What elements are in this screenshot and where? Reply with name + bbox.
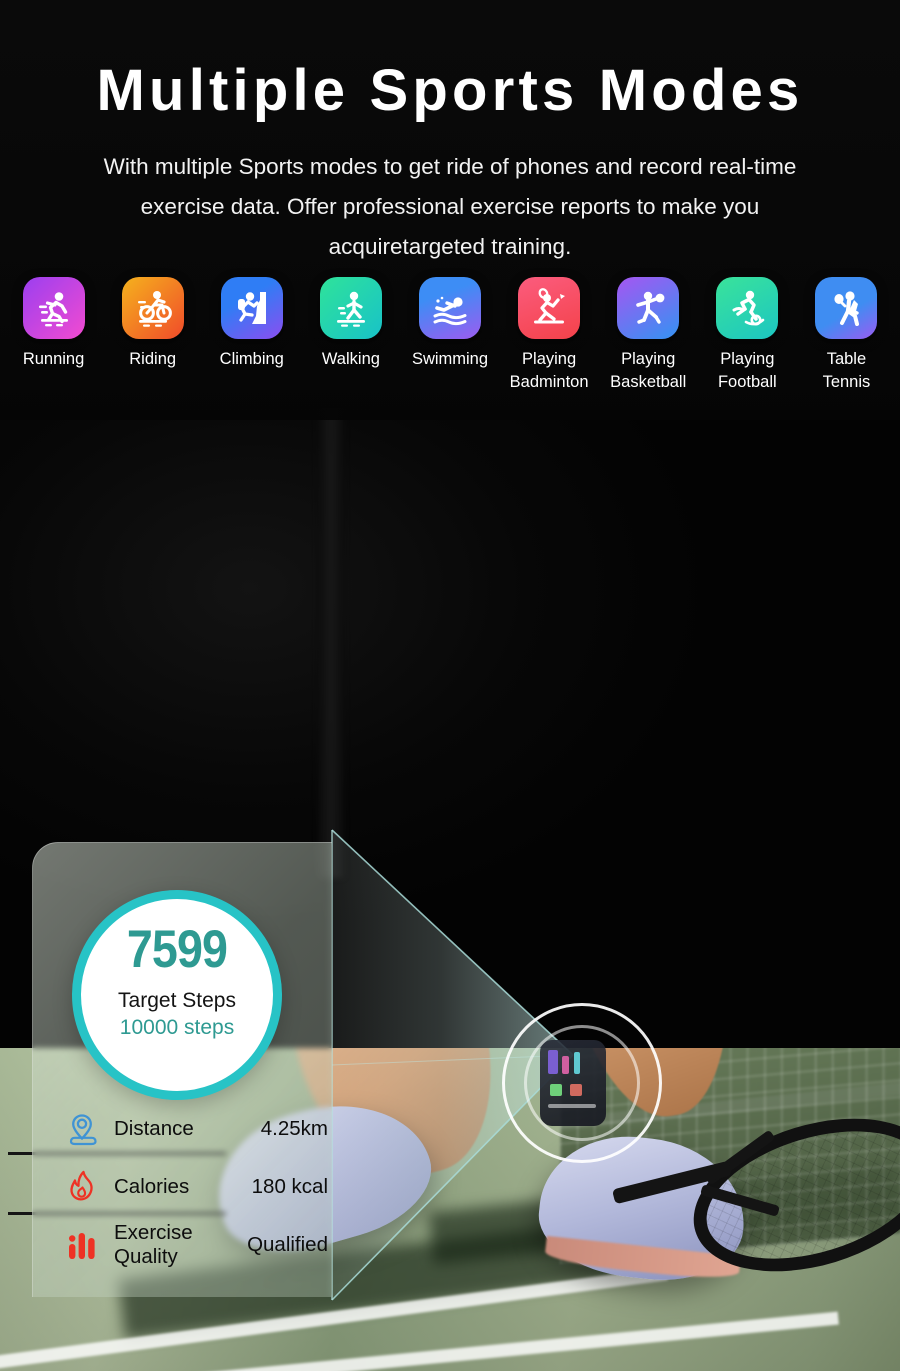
sport-label: Riding <box>129 350 177 368</box>
sport-item-climbing[interactable]: Climbing <box>202 277 301 394</box>
stat-value: Qualified <box>247 1233 328 1256</box>
sport-item-table-tennis[interactable]: Table Tennis <box>797 277 896 394</box>
sport-item-football[interactable]: Playing Football <box>698 277 797 394</box>
target-steps-gauge: 7599 Target Steps 10000 steps <box>72 890 282 1100</box>
stat-row-distance: Distance 4.25km <box>60 1100 328 1158</box>
sport-item-basketball[interactable]: Playing Basketball <box>599 277 698 394</box>
highlight-ring-outer <box>502 1003 662 1163</box>
stat-label: Exercise Quality <box>114 1221 193 1268</box>
stat-label: Calories <box>114 1175 190 1198</box>
running-icon <box>22 277 85 339</box>
backdrop-post <box>318 408 344 878</box>
sport-item-badminton[interactable]: Playing Badminton <box>500 277 599 394</box>
page-subtitle: With multiple Sports modes to get ride o… <box>103 154 797 259</box>
steps-label: Target Steps <box>118 989 236 1012</box>
sport-label: Running <box>22 350 85 368</box>
sport-label: Playing Badminton <box>509 350 589 391</box>
sport-item-swimming[interactable]: Swimming <box>400 277 499 394</box>
stat-row-exercise-quality: Exercise Quality Qualified <box>60 1216 328 1274</box>
steps-target: 10000 steps <box>119 1016 235 1039</box>
table-tennis-icon <box>815 277 878 339</box>
stat-value: 180 kcal <box>251 1175 328 1198</box>
stat-distance-text: Distance 4.25km <box>114 1117 328 1141</box>
sport-label: Swimming <box>411 350 489 368</box>
riding-icon <box>121 277 184 339</box>
basketball-icon <box>617 277 680 339</box>
football-icon <box>716 277 779 339</box>
sport-label: Walking <box>321 350 380 368</box>
stat-label: Distance <box>114 1117 194 1140</box>
sports-modes-list: Running Riding Climbing Walking Swimming… <box>0 277 900 394</box>
stat-row-calories: Calories 180 kcal <box>60 1158 328 1216</box>
sport-label: Table Tennis <box>822 350 871 391</box>
flame-icon <box>60 1165 104 1209</box>
sport-label: Playing Basketball <box>610 350 687 391</box>
climbing-icon <box>220 277 283 339</box>
stats-list: Distance 4.25km Calories 180 kcal Exerci… <box>60 1100 328 1274</box>
sport-label: Playing Football <box>717 350 777 391</box>
sport-item-riding[interactable]: Riding <box>103 277 202 394</box>
badminton-icon <box>518 277 581 339</box>
stat-value: 4.25km <box>260 1117 328 1140</box>
sport-item-walking[interactable]: Walking <box>301 277 400 394</box>
location-pin-icon <box>60 1107 104 1151</box>
sport-item-running[interactable]: Running <box>4 277 103 394</box>
page-title: Multiple Sports Modes <box>96 58 804 123</box>
bar-chart-icon <box>60 1223 104 1267</box>
stat-calories-text: Calories 180 kcal <box>114 1175 328 1199</box>
sports-modes-promo-page: Multiple Sports Modes With multiple Spor… <box>0 0 900 1371</box>
walking-icon <box>319 277 382 339</box>
swimming-icon <box>418 277 481 339</box>
steps-value: 7599 <box>126 920 228 979</box>
stat-quality-text: Exercise Quality Qualified <box>114 1221 328 1269</box>
sport-label: Climbing <box>219 350 284 368</box>
